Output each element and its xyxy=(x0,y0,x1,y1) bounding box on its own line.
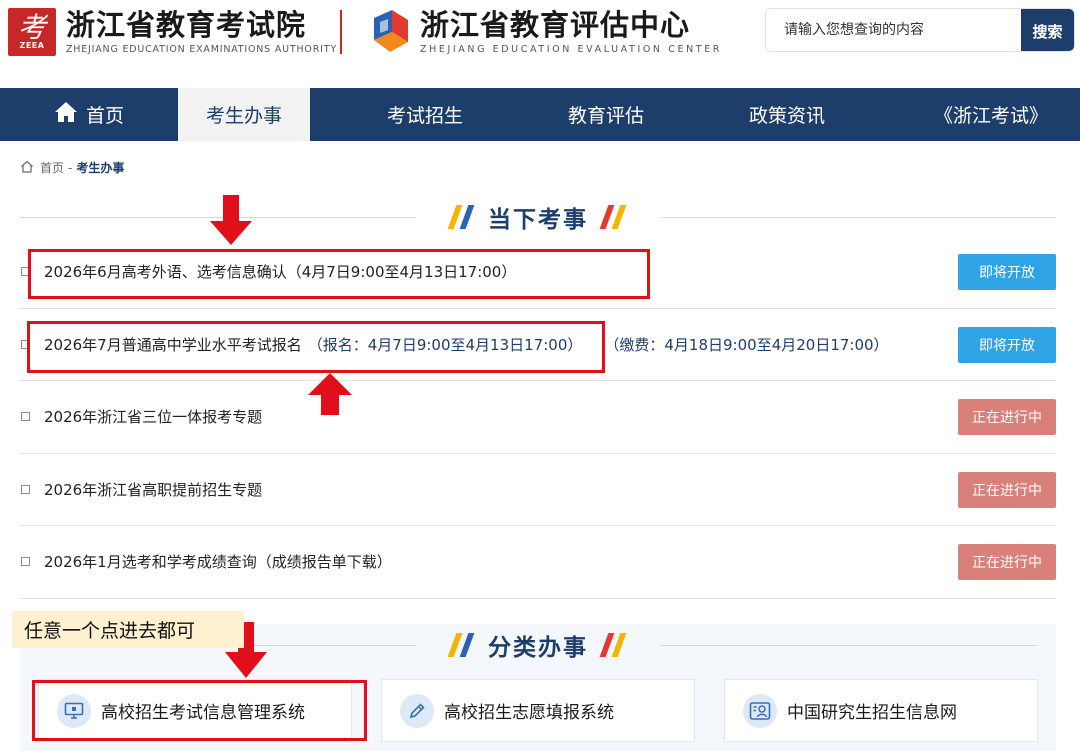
search-button[interactable]: 搜索 xyxy=(1021,9,1074,51)
evaluation-center-logo-icon xyxy=(372,8,410,54)
nav-item-evaluation[interactable]: 教育评估 xyxy=(540,88,672,141)
nav-item-label: 考试招生 xyxy=(386,105,463,127)
list-item[interactable]: 2026年浙江省高职提前招生专题 正在进行中 xyxy=(20,454,1056,526)
slash-deco-icon xyxy=(444,630,478,660)
nav-item-label: 政策资讯 xyxy=(748,105,825,127)
nav-item-label: 考生办事 xyxy=(205,105,282,127)
event-title[interactable]: 2026年浙江省三位一体报考专题 xyxy=(44,406,262,427)
evaluation-center-name-en: ZHEJIANG EDUCATION EVALUATION CENTER xyxy=(420,44,723,55)
user-card-icon xyxy=(743,693,777,728)
section-title-current: 当下考事 xyxy=(20,202,1056,233)
exam-authority-name-en: ZHEJIANG EDUCATION EXAMINATIONS AUTHORIT… xyxy=(66,44,337,55)
breadcrumb-current: 考生办事 xyxy=(76,161,125,175)
status-badge[interactable]: 正在进行中 xyxy=(958,471,1056,508)
breadcrumb: 首页 - 考生办事 xyxy=(20,159,124,176)
section-title-text: 当下考事 xyxy=(488,206,588,233)
nav-item-magazine[interactable]: 《浙江考试》 xyxy=(902,88,1080,141)
nav-item-label: 《浙江考试》 xyxy=(933,105,1048,127)
slash-deco-icon xyxy=(598,630,632,660)
status-badge[interactable]: 正在进行中 xyxy=(958,544,1056,580)
service-label: 高校招生志愿填报系统 xyxy=(444,703,614,723)
event-payment-window: （缴费：4月18日9:00至4月20日17:00） xyxy=(604,335,889,354)
logo-divider xyxy=(340,10,342,54)
main-nav: 首页 考生办事 考试招生 教育评估 政策资讯 《浙江考试》 xyxy=(0,88,1080,141)
highlight-box-service-1 xyxy=(32,680,367,741)
nav-item-exams[interactable]: 考试招生 xyxy=(310,88,540,141)
slash-deco-icon xyxy=(444,202,478,232)
square-bullet-icon xyxy=(21,557,30,567)
search-box: 搜索 xyxy=(765,8,1075,52)
evaluation-center-logo[interactable]: 浙江省教育评估中心 ZHEJIANG EDUCATION EVALUATION … xyxy=(372,8,722,55)
red-arrow-up-icon xyxy=(308,373,352,419)
red-arrow-down-icon xyxy=(210,195,252,249)
square-bullet-icon xyxy=(21,412,30,422)
status-badge[interactable]: 正在进行中 xyxy=(958,399,1056,435)
event-title[interactable]: 2026年1月选考和学考成绩查询（成绩报告单下载） xyxy=(44,551,392,572)
highlight-box-row-2 xyxy=(27,321,605,373)
nav-item-candidate-services[interactable]: 考生办事 xyxy=(178,88,310,141)
square-bullet-icon xyxy=(21,484,30,494)
nav-item-policy[interactable]: 政策资讯 xyxy=(672,88,902,141)
status-badge[interactable]: 即将开放 xyxy=(958,326,1056,363)
nav-item-label: 教育评估 xyxy=(567,105,644,127)
breadcrumb-home[interactable]: 首页 xyxy=(40,159,64,176)
annotation-note: 任意一个点进去都可 xyxy=(12,611,244,648)
service-card-graduate-admission-network[interactable]: 中国研究生招生信息网 xyxy=(724,679,1038,742)
status-badge[interactable]: 即将开放 xyxy=(958,254,1056,290)
title-line-right xyxy=(660,645,1038,646)
exam-authority-name: 浙江省教育考试院 xyxy=(66,8,307,42)
service-label: 中国研究生招生信息网 xyxy=(787,703,957,723)
exam-authority-logo[interactable]: 考 ZEEA 浙江省教育考试院 ZHEJIANG EDUCATION EXAMI… xyxy=(8,8,337,56)
zeea-logo-icon: 考 ZEEA xyxy=(8,8,56,56)
site-header: 考 ZEEA 浙江省教育考试院 ZHEJIANG EDUCATION EXAMI… xyxy=(0,0,1080,88)
home-icon xyxy=(54,101,78,128)
breadcrumb-separator: - xyxy=(68,160,73,175)
list-item[interactable]: 2026年浙江省三位一体报考专题 正在进行中 xyxy=(20,381,1056,454)
service-card-volunteer-filing-system[interactable]: 高校招生志愿填报系统 xyxy=(381,679,695,742)
slash-deco-icon xyxy=(598,202,632,232)
section-title-text: 分类办事 xyxy=(488,634,588,661)
highlight-box-row-1 xyxy=(28,249,650,299)
pencil-icon xyxy=(400,693,434,728)
nav-item-home[interactable]: 首页 xyxy=(0,88,178,141)
nav-item-label: 首页 xyxy=(85,105,124,127)
search-input[interactable] xyxy=(766,9,1021,51)
home-outline-icon xyxy=(20,160,34,176)
title-line-right xyxy=(661,217,1056,218)
evaluation-center-name: 浙江省教育评估中心 xyxy=(420,8,691,42)
event-title[interactable]: 2026年浙江省高职提前招生专题 xyxy=(44,479,262,500)
list-item[interactable]: 2026年1月选考和学考成绩查询（成绩报告单下载） 正在进行中 xyxy=(20,526,1056,599)
